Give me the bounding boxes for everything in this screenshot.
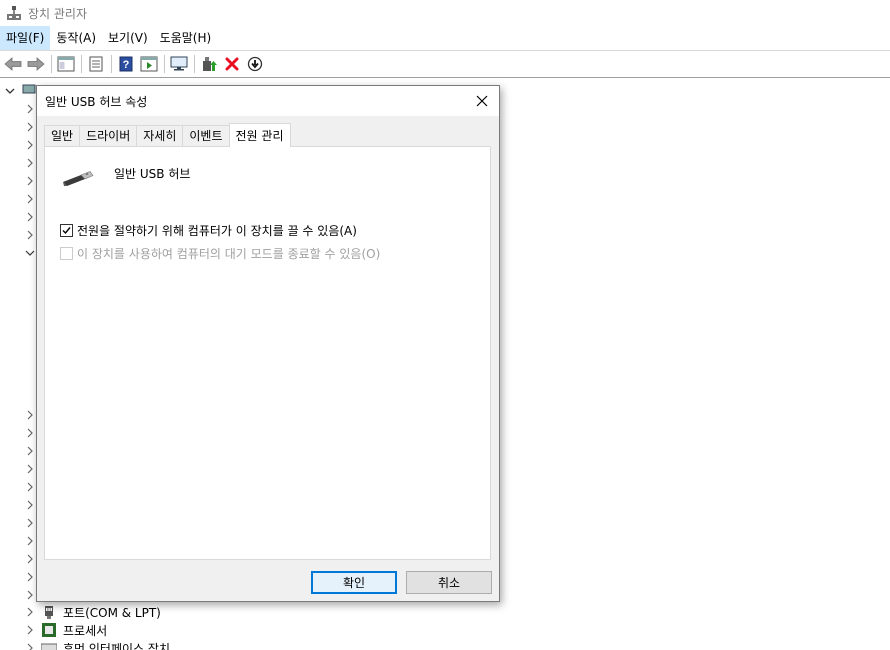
tab-events[interactable]: 이벤트 <box>182 125 230 147</box>
monitor-scan-icon <box>170 56 188 71</box>
chevron-right-icon[interactable] <box>25 194 35 204</box>
toolbar: ? <box>0 50 890 78</box>
help-button[interactable]: ? <box>115 53 137 75</box>
chevron-right-icon[interactable] <box>25 158 35 168</box>
toolbar-separator <box>81 55 82 73</box>
menu-help[interactable]: 도움말(H) <box>154 26 218 50</box>
chevron-right-icon[interactable] <box>25 625 41 635</box>
chevron-right-icon[interactable] <box>25 104 35 114</box>
menu-file[interactable]: 파일(F) <box>0 26 51 50</box>
chevron-down-icon[interactable] <box>4 86 16 96</box>
chevron-right-icon[interactable] <box>25 536 35 546</box>
forward-button[interactable] <box>25 53 47 75</box>
download-circle-icon <box>247 56 263 72</box>
chevron-right-icon[interactable] <box>25 446 35 456</box>
scan-hardware-button[interactable] <box>168 53 190 75</box>
tab-details[interactable]: 자세히 <box>136 125 184 147</box>
action-pane-icon <box>140 56 158 72</box>
menu-view[interactable]: 보기(V) <box>102 26 154 50</box>
delete-x-icon <box>225 57 239 71</box>
tree-item-label: 포트(COM & LPT) <box>63 605 161 620</box>
tab-power-management[interactable]: 전원 관리 <box>228 123 291 147</box>
allow-wake-option[interactable]: 이 장치를 사용하여 컴퓨터의 대기 모드를 종료할 수 있음(O) <box>60 245 380 262</box>
toolbar-separator <box>51 55 52 73</box>
cancel-button[interactable]: 취소 <box>406 571 492 594</box>
show-hide-tree-button[interactable] <box>55 53 77 75</box>
tree-item-label: 프로세서 <box>63 623 108 638</box>
computer-root-icon <box>22 84 36 94</box>
chevron-right-icon[interactable] <box>25 122 35 132</box>
update-driver-icon <box>203 57 217 71</box>
chevron-right-icon[interactable] <box>25 230 35 240</box>
chevron-right-icon[interactable] <box>25 482 35 492</box>
chevron-right-icon[interactable] <box>25 176 35 186</box>
menu-action[interactable]: 동작(A) <box>50 26 102 50</box>
allow-power-off-checkbox[interactable] <box>60 224 73 237</box>
allow-power-off-label: 전원을 절약하기 위해 컴퓨터가 이 장치를 끌 수 있음(A) <box>77 224 357 238</box>
console-tree-icon <box>57 56 75 72</box>
chevron-down-icon[interactable] <box>25 248 35 258</box>
keyboard-icon <box>41 643 57 650</box>
arrow-left-icon <box>4 57 22 71</box>
ok-button[interactable]: 확인 <box>311 571 397 594</box>
chevron-right-icon[interactable] <box>25 500 35 510</box>
dialog-title: 일반 USB 허브 속성 <box>45 94 148 109</box>
port-icon <box>45 606 53 619</box>
svg-text:?: ? <box>123 59 130 71</box>
arrow-right-icon <box>27 57 45 71</box>
chevron-right-icon[interactable] <box>25 590 35 600</box>
tree-item-processors[interactable]: 프로세서 <box>25 621 107 639</box>
tab-strip: 일반 드라이버 자세히 이벤트 전원 관리 <box>44 123 291 147</box>
dialog-close-button[interactable] <box>471 90 493 112</box>
allow-wake-checkbox[interactable] <box>60 247 73 260</box>
usb-plug-icon <box>63 171 94 186</box>
allow-power-off-option[interactable]: 전원을 절약하기 위해 컴퓨터가 이 장치를 끌 수 있음(A) <box>60 222 357 239</box>
back-button[interactable] <box>2 53 24 75</box>
properties-button[interactable] <box>85 53 107 75</box>
power-management-panel: 일반 USB 허브 전원을 절약하기 위해 컴퓨터가 이 장치를 끌 수 있음(… <box>44 146 491 560</box>
window-title: 장치 관리자 <box>28 6 88 21</box>
chevron-right-icon[interactable] <box>25 410 35 420</box>
action-pane-button[interactable] <box>138 53 160 75</box>
menu-bar: 파일(F) 동작(A) 보기(V) 도움말(H) <box>0 26 890 50</box>
update-driver-button[interactable] <box>198 53 220 75</box>
tab-general[interactable]: 일반 <box>44 125 81 147</box>
tree-item-ports[interactable]: 포트(COM & LPT) <box>25 603 161 621</box>
toolbar-separator <box>111 55 112 73</box>
toolbar-separator <box>194 55 195 73</box>
tree-item-label: 휴먼 인터페이스 장치 <box>63 641 170 650</box>
processor-icon <box>42 623 56 637</box>
uninstall-device-button[interactable] <box>221 53 243 75</box>
chevron-right-icon[interactable] <box>25 518 35 528</box>
chevron-right-icon[interactable] <box>25 428 35 438</box>
disable-device-button[interactable] <box>244 53 266 75</box>
properties-dialog: 일반 USB 허브 속성 일반 드라이버 자세히 이벤트 전원 관리 일반 US… <box>36 85 500 602</box>
chevron-right-icon[interactable] <box>25 212 35 222</box>
close-icon <box>476 95 488 107</box>
title-bar: 장치 관리자 <box>0 0 890 26</box>
chevron-right-icon[interactable] <box>25 464 35 474</box>
allow-wake-label: 이 장치를 사용하여 컴퓨터의 대기 모드를 종료할 수 있음(O) <box>77 247 381 261</box>
chevron-right-icon[interactable] <box>25 643 41 650</box>
chevron-right-icon[interactable] <box>25 554 35 564</box>
chevron-right-icon[interactable] <box>25 572 35 582</box>
tree-item-hid[interactable]: 휴먼 인터페이스 장치 <box>25 639 170 650</box>
chevron-right-icon[interactable] <box>25 140 35 150</box>
device-manager-icon <box>6 5 22 21</box>
tab-driver[interactable]: 드라이버 <box>79 125 138 147</box>
toolbar-separator <box>164 55 165 73</box>
chevron-right-icon[interactable] <box>25 607 41 617</box>
help-icon: ? <box>119 56 133 72</box>
checkmark-icon <box>62 227 71 235</box>
device-name: 일반 USB 허브 <box>114 167 191 181</box>
properties-icon <box>89 56 103 72</box>
dialog-title-bar[interactable]: 일반 USB 허브 속성 <box>37 86 499 116</box>
